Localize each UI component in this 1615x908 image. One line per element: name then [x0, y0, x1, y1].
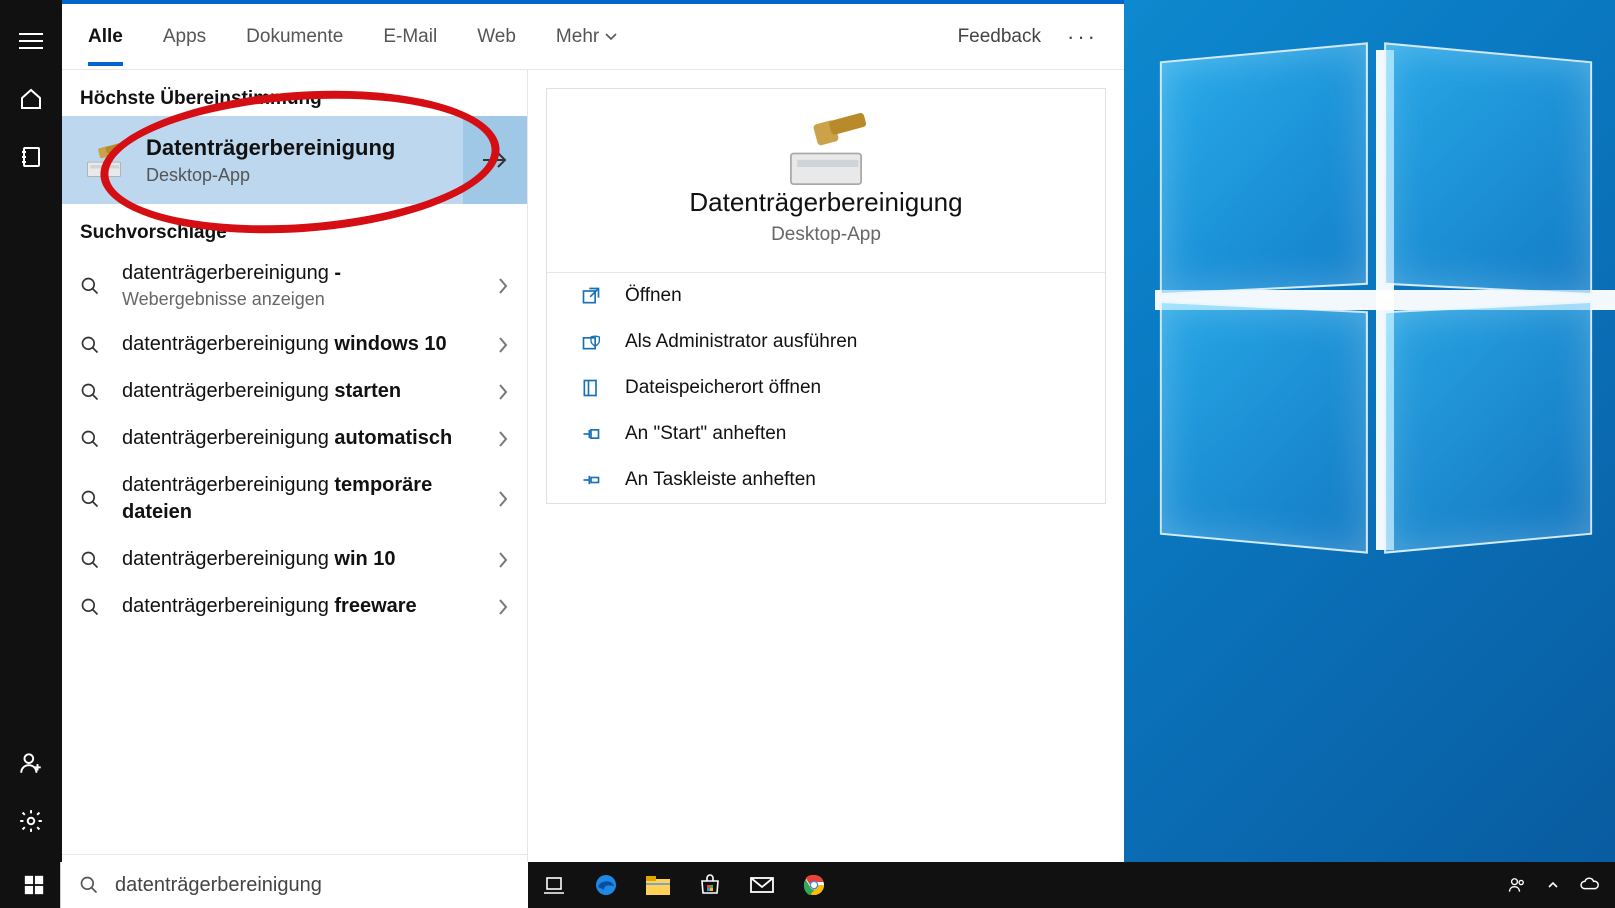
chevron-right-icon — [497, 276, 509, 296]
suggestion-text: datenträgerbereinigung freeware — [122, 593, 479, 620]
search-icon — [80, 550, 104, 570]
chevron-right-icon — [497, 550, 509, 570]
suggestion-item[interactable]: datenträgerbereinigung temporäre dateien — [62, 462, 527, 536]
shield-icon — [579, 332, 603, 352]
mail-icon[interactable] — [736, 862, 788, 908]
results-column: Höchste Übereinstimmung Datenträgerberei… — [62, 70, 528, 908]
suggestion-text: datenträgerbereinigung automatisch — [122, 425, 479, 452]
search-icon — [80, 276, 104, 296]
tray-chevron-up-icon[interactable] — [1547, 879, 1559, 891]
chrome-icon[interactable] — [788, 862, 840, 908]
suggestion-item[interactable]: datenträgerbereinigung win 10 — [62, 536, 527, 583]
action-open-file-location-label: Dateispeicherort öffnen — [625, 377, 821, 399]
search-icon — [80, 335, 104, 355]
pin-start-icon — [579, 424, 603, 444]
action-pin-taskbar-label: An Taskleiste anheften — [625, 469, 816, 491]
action-run-admin[interactable]: Als Administrator ausführen — [547, 319, 1105, 365]
chevron-right-icon — [497, 335, 509, 355]
suggestion-item[interactable]: datenträgerbereinigung - Webergebnisse a… — [62, 250, 527, 321]
search-icon — [80, 597, 104, 617]
section-suggestions: Suchvorschläge — [62, 204, 527, 250]
taskbar — [0, 862, 1615, 908]
more-options-icon[interactable]: ··· — [1067, 24, 1098, 50]
tab-apps[interactable]: Apps — [163, 8, 206, 66]
home-icon[interactable] — [0, 70, 62, 128]
suggestion-item[interactable]: datenträgerbereinigung freeware — [62, 583, 527, 630]
tab-web[interactable]: Web — [477, 8, 516, 66]
taskbar-search-input[interactable] — [115, 874, 510, 897]
top-match: Datenträgerbereinigung Desktop-App — [62, 116, 527, 204]
onedrive-tray-icon[interactable] — [1579, 875, 1599, 895]
menu-icon[interactable] — [0, 12, 62, 70]
suggestion-text: datenträgerbereinigung temporäre dateien — [122, 472, 479, 526]
chevron-right-icon — [497, 429, 509, 449]
search-icon — [79, 875, 99, 895]
tab-email[interactable]: E-Mail — [383, 8, 437, 66]
preview-subtitle: Desktop-App — [567, 224, 1085, 246]
action-open-label: Öffnen — [625, 285, 682, 307]
action-open-file-location[interactable]: Dateispeicherort öffnen — [547, 365, 1105, 411]
action-pin-start[interactable]: An "Start" anheften — [547, 411, 1105, 457]
feedback-link[interactable]: Feedback — [958, 26, 1041, 48]
disk-cleanup-icon — [783, 113, 869, 185]
pin-taskbar-icon — [579, 470, 603, 490]
start-button[interactable] — [8, 862, 60, 908]
search-icon — [80, 429, 104, 449]
folder-location-icon — [579, 378, 603, 398]
top-match-item[interactable]: Datenträgerbereinigung Desktop-App — [62, 116, 463, 204]
file-explorer-icon[interactable] — [632, 862, 684, 908]
search-left-rail — [0, 0, 62, 908]
add-user-icon[interactable] — [0, 734, 62, 792]
settings-icon[interactable] — [0, 792, 62, 850]
suggestion-item[interactable]: datenträgerbereinigung windows 10 — [62, 321, 527, 368]
search-panel: Alle Apps Dokumente E-Mail Web Mehr Feed… — [62, 0, 1124, 908]
store-icon[interactable] — [684, 862, 736, 908]
action-pin-taskbar[interactable]: An Taskleiste anheften — [547, 457, 1105, 503]
open-icon — [579, 286, 603, 306]
suggestion-text: datenträgerbereinigung - Webergebnisse a… — [122, 260, 479, 311]
suggestion-text: datenträgerbereinigung win 10 — [122, 546, 479, 573]
tab-mehr[interactable]: Mehr — [556, 8, 617, 66]
search-icon — [80, 489, 104, 509]
suggestion-item[interactable]: datenträgerbereinigung automatisch — [62, 415, 527, 462]
preview-card: Datenträgerbereinigung Desktop-App Öffne… — [546, 88, 1106, 504]
suggestion-item[interactable]: datenträgerbereinigung starten — [62, 368, 527, 415]
action-run-admin-label: Als Administrator ausführen — [625, 331, 857, 353]
action-open[interactable]: Öffnen — [547, 273, 1105, 319]
disk-cleanup-icon — [84, 143, 125, 177]
chevron-down-icon — [605, 33, 617, 41]
tab-dokumente[interactable]: Dokumente — [246, 8, 343, 66]
tab-mehr-label: Mehr — [556, 26, 599, 48]
top-match-arrow-button[interactable] — [463, 116, 527, 204]
search-icon — [80, 382, 104, 402]
tab-alle[interactable]: Alle — [88, 8, 123, 66]
edge-icon[interactable] — [580, 862, 632, 908]
suggestion-text: datenträgerbereinigung starten — [122, 378, 479, 405]
search-tabs-row: Alle Apps Dokumente E-Mail Web Mehr Feed… — [62, 4, 1124, 70]
top-match-title: Datenträgerbereinigung — [146, 135, 395, 161]
action-pin-start-label: An "Start" anheften — [625, 423, 786, 445]
system-tray[interactable] — [1507, 875, 1607, 895]
chevron-right-icon — [497, 382, 509, 402]
preview-title: Datenträgerbereinigung — [567, 187, 1085, 218]
task-view-icon[interactable] — [528, 862, 580, 908]
people-tray-icon[interactable] — [1507, 875, 1527, 895]
preview-column: Datenträgerbereinigung Desktop-App Öffne… — [528, 70, 1124, 908]
chevron-right-icon — [497, 597, 509, 617]
notebook-icon[interactable] — [0, 128, 62, 186]
top-match-subtitle: Desktop-App — [146, 165, 395, 186]
section-top-match: Höchste Übereinstimmung — [62, 70, 527, 116]
taskbar-search[interactable] — [60, 862, 528, 908]
chevron-right-icon — [497, 489, 509, 509]
suggestion-text: datenträgerbereinigung windows 10 — [122, 331, 479, 358]
